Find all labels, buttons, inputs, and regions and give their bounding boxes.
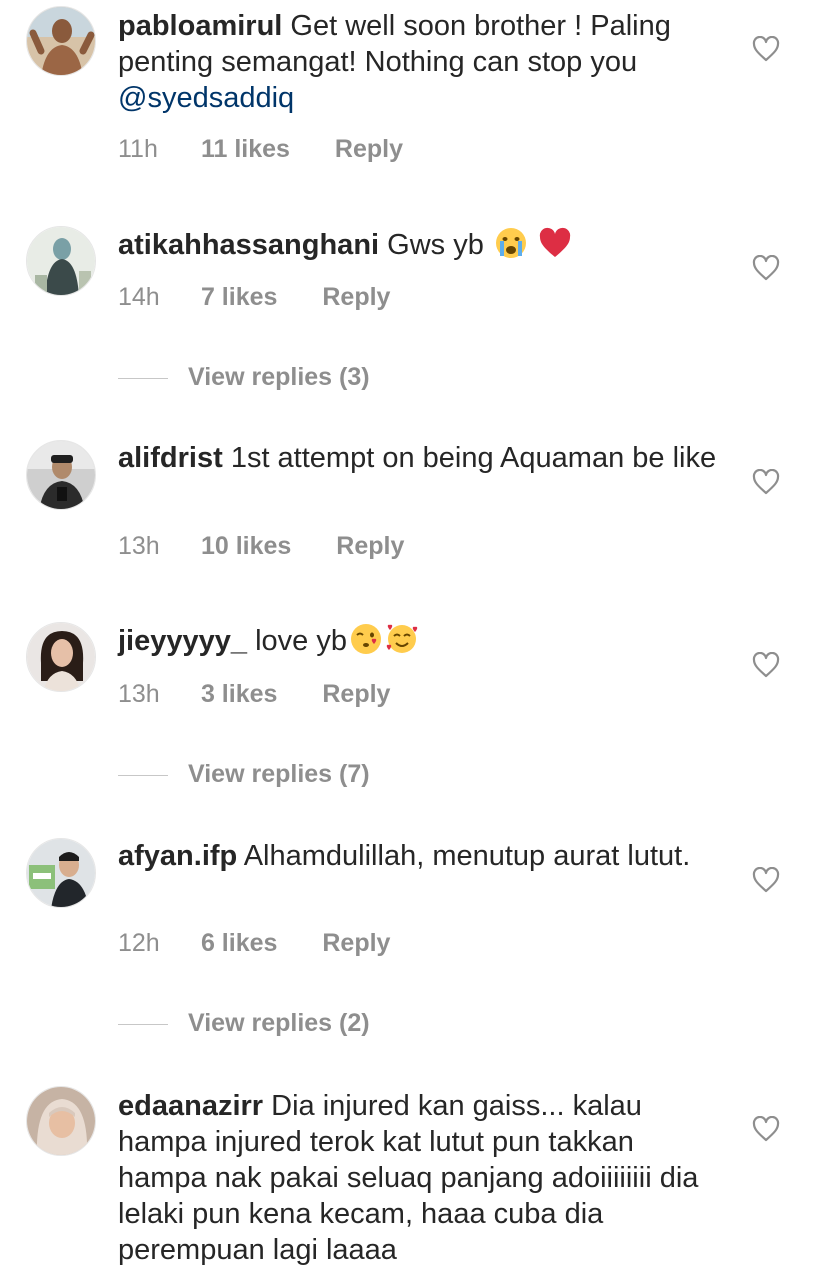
comment-likes[interactable]: 6 likes <box>201 928 277 958</box>
comment-username[interactable]: atikahhassanghani <box>118 229 379 261</box>
reply-button[interactable]: Reply <box>335 134 403 164</box>
comment-meta: 12h 6 likes Reply <box>118 928 390 958</box>
view-replies-label: View replies (2) <box>188 1009 370 1037</box>
reply-button[interactable]: Reply <box>322 282 390 312</box>
comment-time: 14h <box>118 283 160 311</box>
like-heart-icon[interactable] <box>752 1116 780 1142</box>
avatar[interactable] <box>26 1086 96 1156</box>
comment-text: afyan.ifp Alhamdulillah, menutup aurat l… <box>118 838 718 874</box>
mention-link[interactable]: @syedsaddiq <box>118 82 294 114</box>
view-replies-button[interactable]: View replies (2) <box>118 1008 370 1038</box>
comment-body: Alhamdulillah, menutup aurat lutut. <box>243 840 691 872</box>
comment-time: 12h <box>118 929 160 957</box>
view-replies-button[interactable]: View replies (3) <box>118 362 370 392</box>
comment-likes[interactable]: 7 likes <box>201 282 277 312</box>
red-heart-emoji <box>539 227 571 257</box>
comment-text: pabloamirul Get well soon brother ! Pali… <box>118 8 718 116</box>
reply-button[interactable]: Reply <box>322 928 390 958</box>
view-replies-button[interactable]: View replies (7) <box>118 759 370 789</box>
comment-username[interactable]: pabloamirul <box>118 10 282 42</box>
replies-divider <box>118 1023 168 1025</box>
like-heart-icon[interactable] <box>752 867 780 893</box>
comment-text: atikahhassanghani Gws yb <box>118 226 718 263</box>
comment-likes[interactable]: 3 likes <box>201 679 277 709</box>
comment-meta: 13h 3 likes Reply <box>118 679 390 709</box>
comment-username[interactable]: edaanazirr <box>118 1090 263 1122</box>
reply-button[interactable]: Reply <box>322 679 390 709</box>
comment-meta: 11h 11 likes Reply <box>118 134 403 164</box>
comment-meta: 13h 10 likes Reply <box>118 531 404 561</box>
comment-time: 13h <box>118 532 160 560</box>
avatar[interactable] <box>26 440 96 510</box>
comment-time: 11h <box>118 135 158 163</box>
avatar[interactable] <box>26 622 96 692</box>
smiling-face-with-hearts-emoji <box>386 624 418 653</box>
comment-text: jieyyyyy_ love yb <box>118 622 718 659</box>
comment-likes[interactable]: 10 likes <box>201 531 291 561</box>
comments-list: pabloamirul Get well soon brother ! Pali… <box>0 0 828 1269</box>
comment-username[interactable]: alifdrist <box>118 442 223 474</box>
comment-body: 1st attempt on being Aquaman be like <box>230 442 717 474</box>
comment-likes[interactable]: 11 likes <box>201 134 290 164</box>
replies-divider <box>118 377 168 379</box>
like-heart-icon[interactable] <box>752 469 780 495</box>
view-replies-label: View replies (7) <box>188 760 370 788</box>
comment-username[interactable]: jieyyyyy_ <box>118 625 247 657</box>
comment-text: edaanazirr Dia injured kan gaiss... kala… <box>118 1088 718 1268</box>
comment-meta: 14h 7 likes Reply <box>118 282 390 312</box>
comment-username[interactable]: afyan.ifp <box>118 840 237 872</box>
comment-time: 13h <box>118 680 160 708</box>
view-replies-label: View replies (3) <box>188 363 370 391</box>
comment-body: love yb <box>255 625 347 657</box>
like-heart-icon[interactable] <box>752 652 780 678</box>
avatar[interactable] <box>26 838 96 908</box>
avatar[interactable] <box>26 6 96 76</box>
crying-face-emoji <box>495 228 526 258</box>
comment-body: Gws yb <box>387 229 484 261</box>
comment-text: alifdrist 1st attempt on being Aquaman b… <box>118 440 718 476</box>
avatar[interactable] <box>26 226 96 296</box>
reply-button[interactable]: Reply <box>336 531 404 561</box>
kissing-face-emoji <box>350 624 381 654</box>
like-heart-icon[interactable] <box>752 36 780 62</box>
like-heart-icon[interactable] <box>752 255 780 281</box>
replies-divider <box>118 774 168 776</box>
